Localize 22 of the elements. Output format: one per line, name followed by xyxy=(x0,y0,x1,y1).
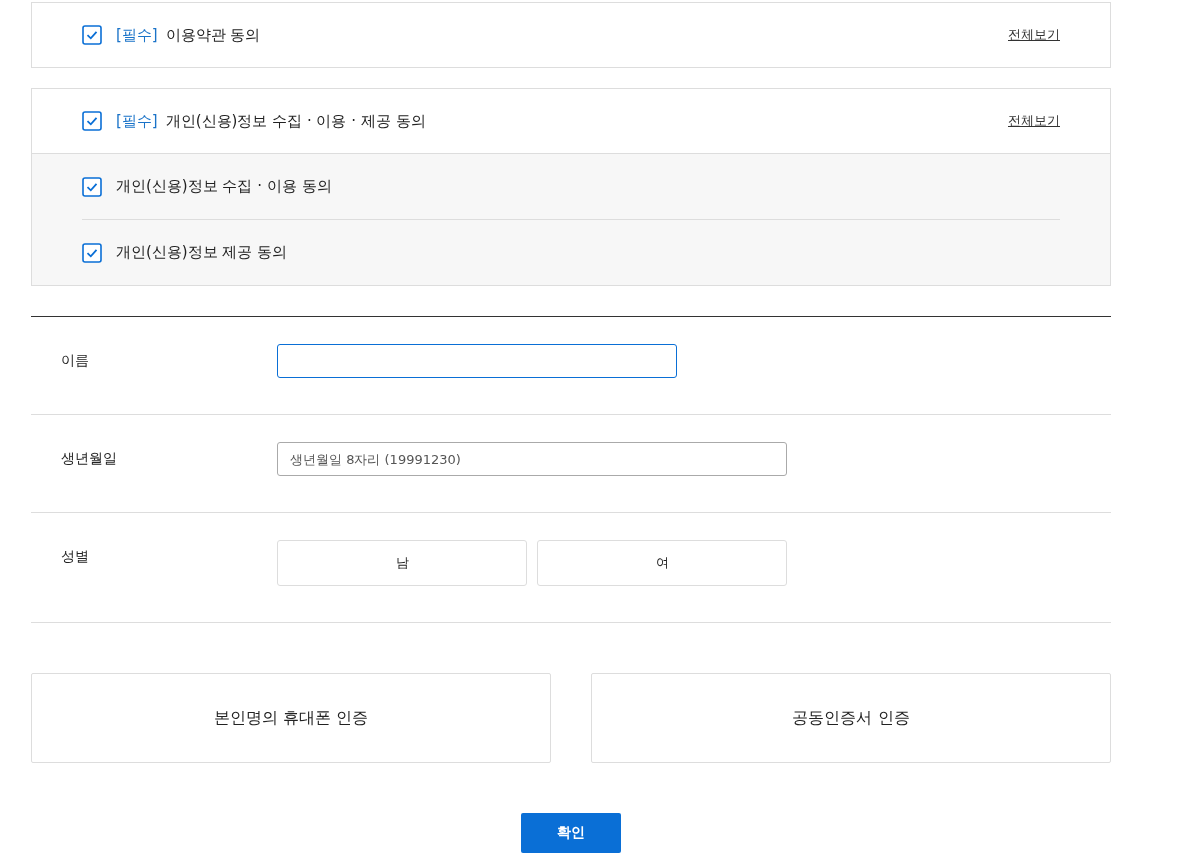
view-all-link[interactable]: 전체보기 xyxy=(1008,26,1060,44)
field-label: 성별 xyxy=(61,547,90,566)
view-all-link[interactable]: 전체보기 xyxy=(1008,112,1060,130)
confirm-button[interactable]: 확인 xyxy=(521,813,621,853)
required-tag: [필수] xyxy=(116,111,158,131)
gender-option[interactable]: 여 xyxy=(537,540,787,586)
checkbox[interactable] xyxy=(82,242,102,263)
agreement-label: 개인(신용)정보 수집 · 이용 · 제공 동의 xyxy=(165,111,426,131)
checkbox[interactable] xyxy=(82,111,102,131)
auth-button[interactable]: 본인명의 휴대폰 인증 xyxy=(31,673,551,763)
agreement-label: 개인(신용)정보 제공 동의 xyxy=(116,243,288,262)
agreement-label: 개인(신용)정보 수집 · 이용 동의 xyxy=(116,177,332,196)
agreement-label: 이용약관 동의 xyxy=(165,25,261,45)
checkbox[interactable] xyxy=(82,25,102,45)
required-tag: [필수] xyxy=(116,25,158,45)
gender-option[interactable]: 남 xyxy=(277,540,527,586)
auth-button[interactable]: 공동인증서 인증 xyxy=(591,673,1111,763)
field-label: 생년월일 xyxy=(61,449,118,468)
field-label: 이름 xyxy=(61,351,90,370)
name-field[interactable] xyxy=(277,344,677,378)
birthdate-field[interactable]: 생년월일 8자리 (19991230) xyxy=(277,442,787,476)
checkbox[interactable] xyxy=(82,176,102,197)
